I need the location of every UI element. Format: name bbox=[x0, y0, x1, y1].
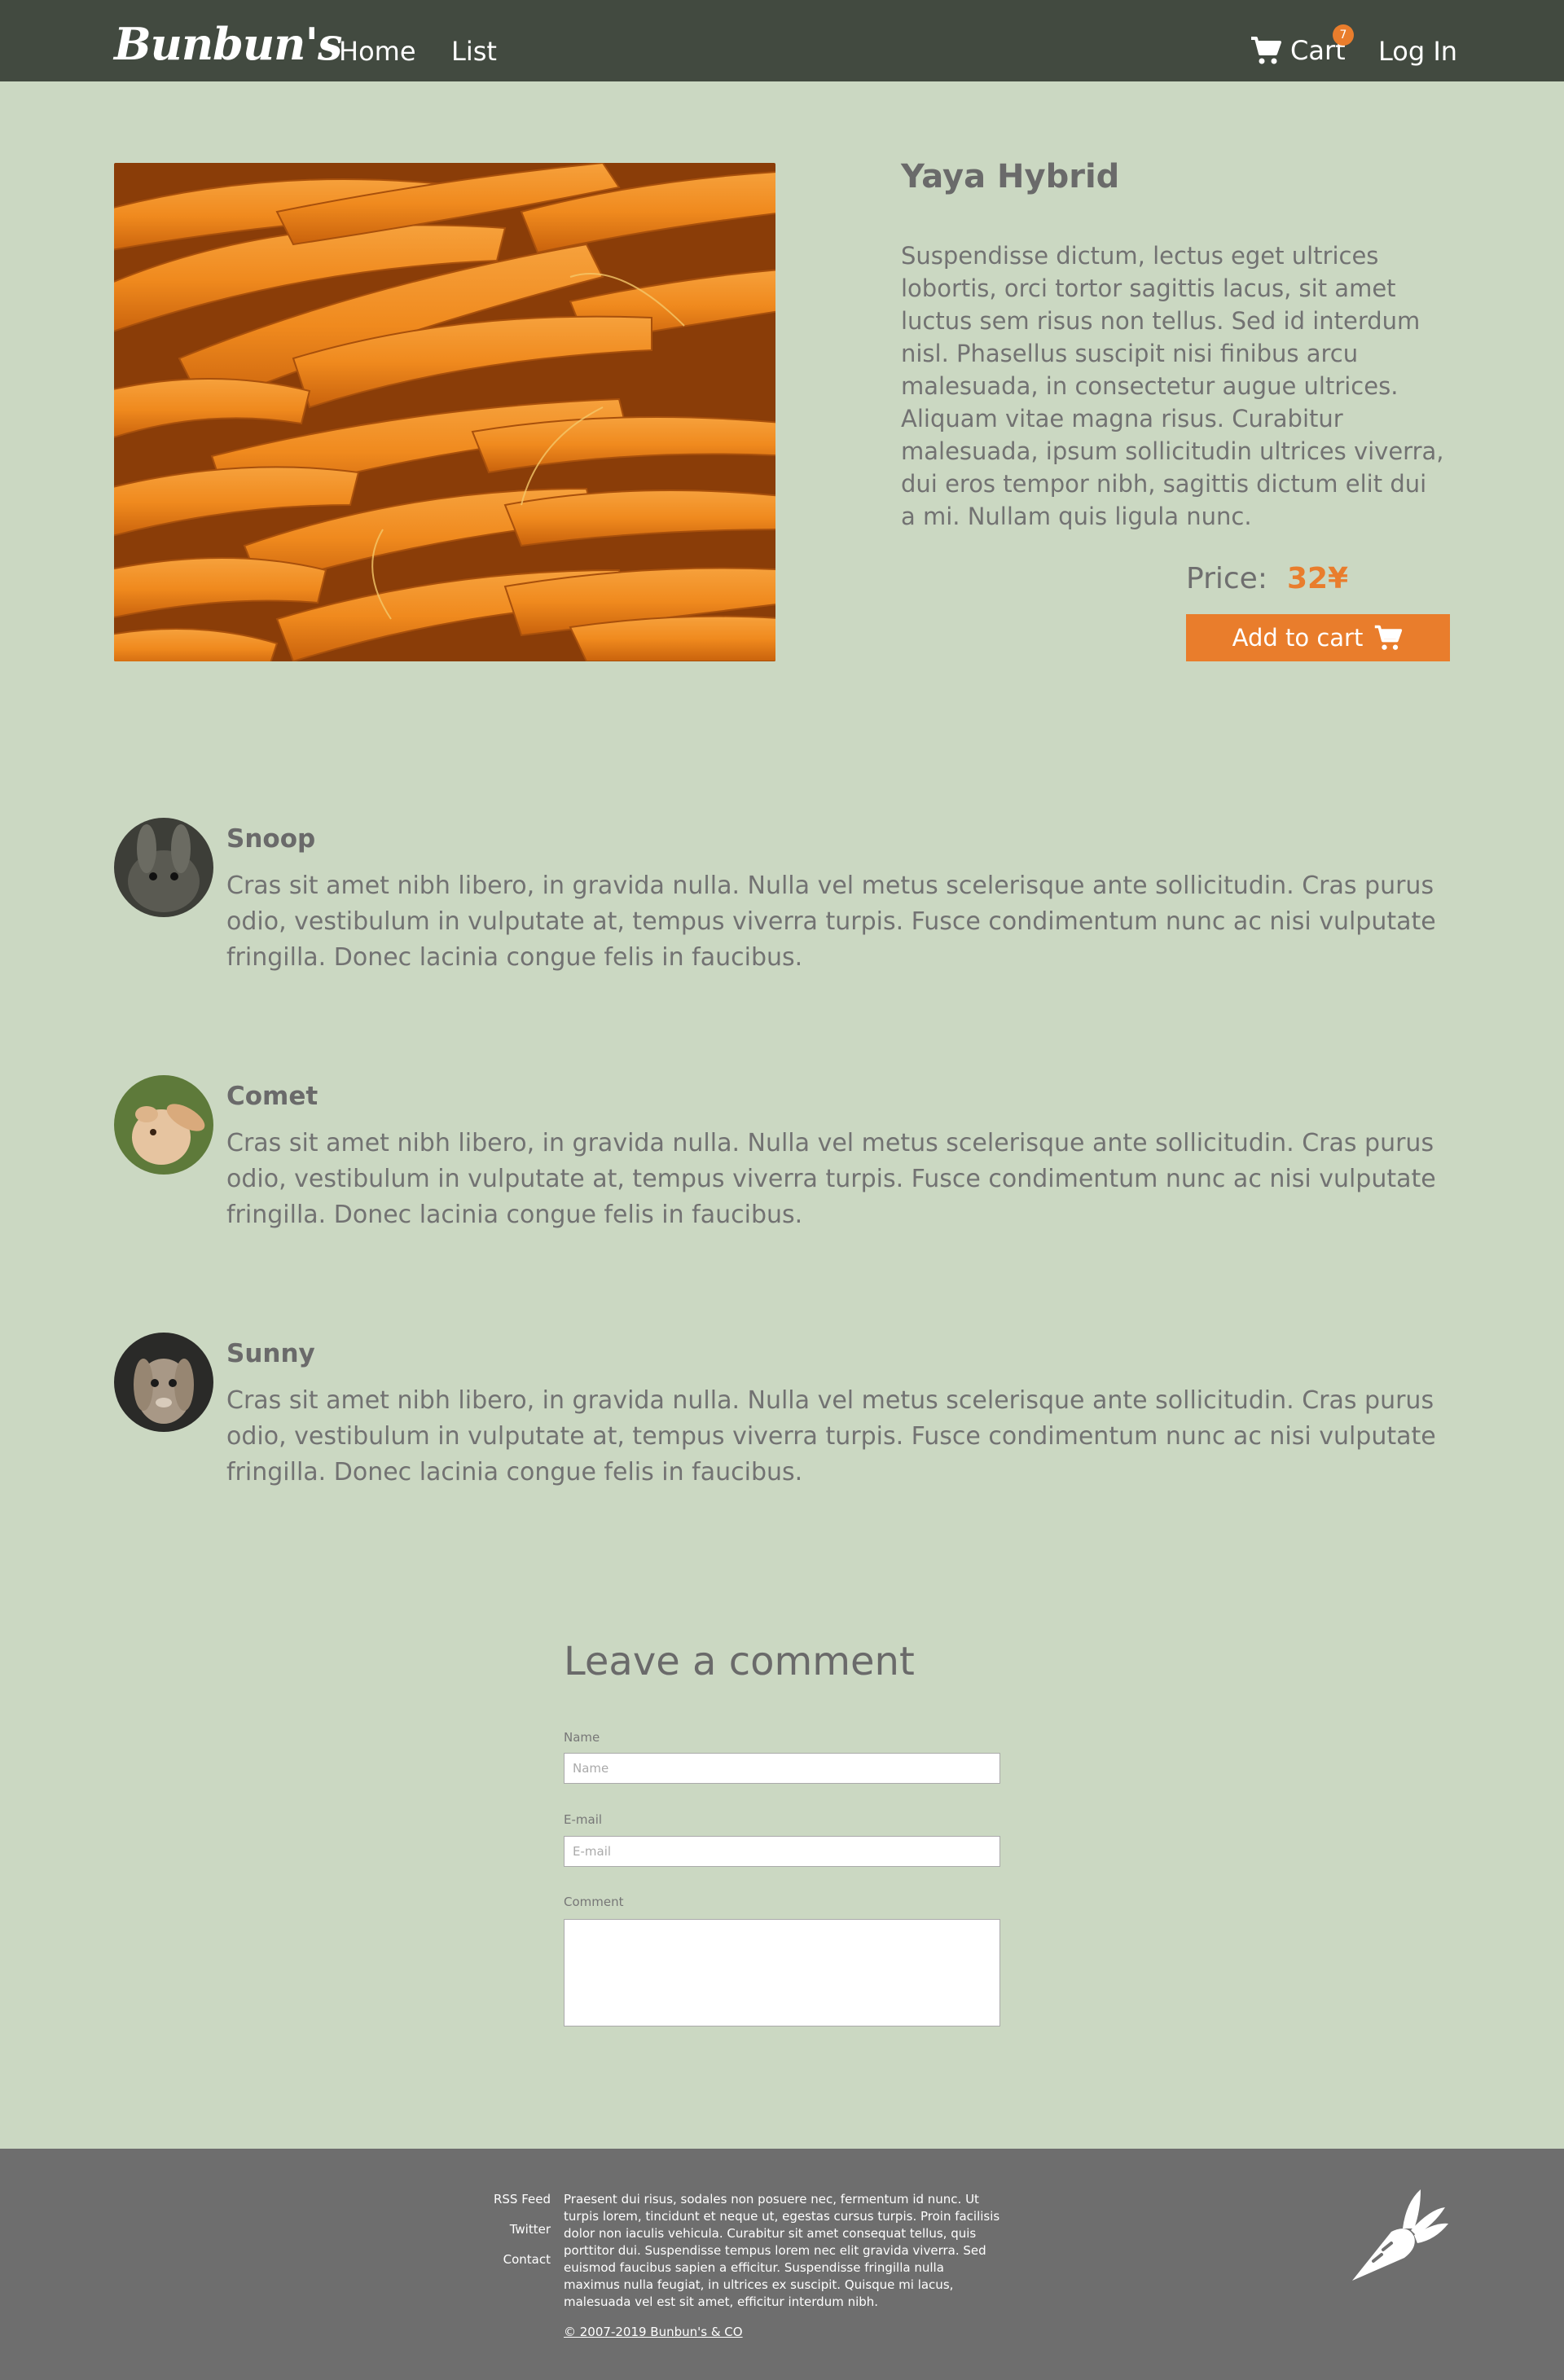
email-label: E-mail bbox=[564, 1812, 603, 1827]
cart-count-badge: 7 bbox=[1333, 24, 1354, 46]
review-text: Cras sit amet nibh libero, in gravida nu… bbox=[226, 1129, 1436, 1229]
footer-text: Praesent dui risus, sodales non posuere … bbox=[564, 2192, 1000, 2309]
cart-button[interactable]: Cart bbox=[1250, 33, 1346, 68]
carrot-logo-icon bbox=[1352, 2189, 1448, 2281]
comment-form-title: Leave a comment bbox=[564, 1639, 915, 1684]
name-label: Name bbox=[564, 1730, 600, 1745]
cart-icon bbox=[1251, 37, 1281, 64]
login-link[interactable]: Log In bbox=[1378, 36, 1457, 67]
review-text: Cras sit amet nibh libero, in gravida nu… bbox=[226, 872, 1436, 972]
avatar bbox=[114, 1333, 213, 1432]
review-item: Sunny Cras sit amet nibh libero, in grav… bbox=[114, 1333, 1450, 1495]
cart-icon bbox=[1375, 625, 1403, 650]
copyright-link[interactable]: © 2007-2019 Bunbun's & CO bbox=[564, 2325, 743, 2339]
add-to-cart-label: Add to cart bbox=[1232, 624, 1364, 652]
nav-home-link[interactable]: Home bbox=[339, 36, 416, 67]
comment-textarea[interactable] bbox=[564, 1919, 1000, 2027]
footer-link-contact[interactable]: Contact bbox=[456, 2253, 551, 2266]
review-author: Comet bbox=[226, 1082, 319, 1111]
footer-link-twitter[interactable]: Twitter bbox=[456, 2223, 551, 2236]
price-value: 32¥ bbox=[1286, 562, 1349, 595]
product-image bbox=[114, 163, 775, 661]
price-row: Price: 32¥ bbox=[1186, 562, 1348, 595]
site-footer: RSS Feed Twitter Contact Praesent dui ri… bbox=[0, 2149, 1564, 2380]
footer-link-rss[interactable]: RSS Feed bbox=[456, 2193, 551, 2206]
review-author: Snoop bbox=[226, 824, 316, 854]
email-input[interactable] bbox=[564, 1836, 1000, 1867]
review-item: Snoop Cras sit amet nibh libero, in grav… bbox=[114, 818, 1450, 981]
avatar bbox=[114, 1075, 213, 1175]
price-label: Price: bbox=[1186, 562, 1267, 595]
nav-list-link[interactable]: List bbox=[451, 36, 497, 67]
review-item: Comet Cras sit amet nibh libero, in grav… bbox=[114, 1075, 1450, 1238]
product-title: Yaya Hybrid bbox=[901, 158, 1120, 195]
product-description: Suspendisse dictum, lectus eget ultrices… bbox=[901, 242, 1444, 530]
footer-links: RSS Feed Twitter Contact bbox=[456, 2193, 551, 2283]
avatar bbox=[114, 818, 213, 917]
add-to-cart-button[interactable]: Add to cart bbox=[1186, 614, 1450, 661]
site-header: Bunbun's Home List Cart 7 Log In bbox=[0, 0, 1564, 81]
review-text: Cras sit amet nibh libero, in gravida nu… bbox=[226, 1386, 1436, 1486]
review-author: Sunny bbox=[226, 1339, 315, 1368]
comment-label: Comment bbox=[564, 1895, 624, 1909]
name-input[interactable] bbox=[564, 1753, 1000, 1784]
site-logo[interactable]: Bunbun's bbox=[114, 18, 342, 70]
